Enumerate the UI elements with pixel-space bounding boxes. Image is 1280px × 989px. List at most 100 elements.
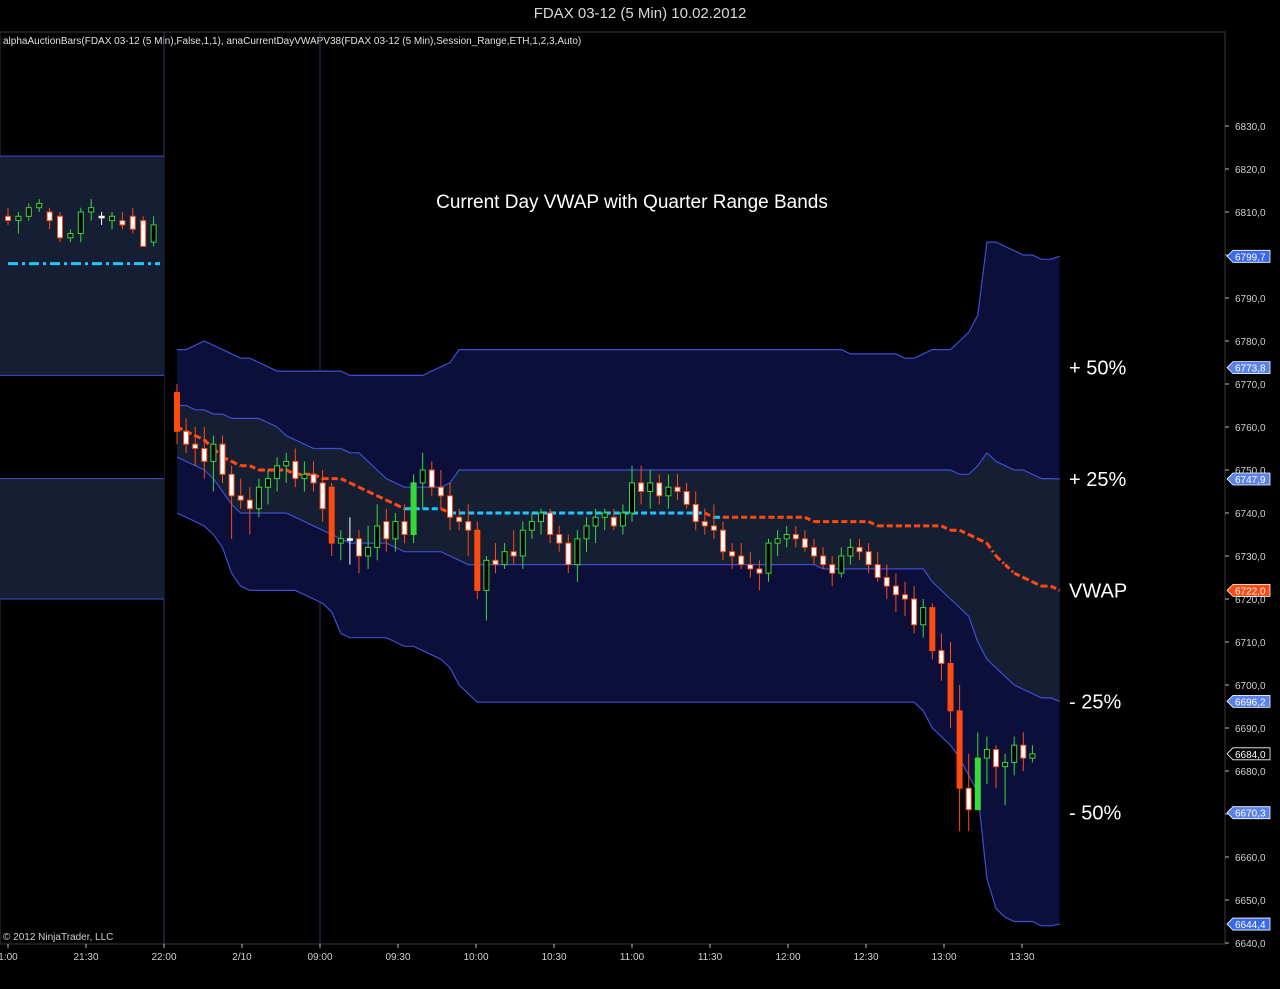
x-tick-label: 22:00 xyxy=(151,952,176,963)
candle-body xyxy=(310,473,317,484)
price-marker: 6670,3 xyxy=(1226,806,1271,820)
candle-body xyxy=(67,233,74,239)
candle-body xyxy=(674,486,681,493)
candle-body xyxy=(710,525,717,531)
candle-body xyxy=(601,512,608,518)
price-marker-label: 6722,0 xyxy=(1235,586,1266,597)
candle-body xyxy=(538,512,544,523)
candle-body xyxy=(492,559,499,566)
candle-body xyxy=(98,215,105,219)
price-marker-label: 6773,8 xyxy=(1235,364,1266,375)
candle-body xyxy=(983,749,990,759)
prior-candle xyxy=(140,216,147,247)
candle-body xyxy=(36,202,43,209)
candle-body xyxy=(129,215,136,230)
candle-body xyxy=(929,607,936,652)
candle-body xyxy=(374,525,381,548)
x-tick-label: 10:00 xyxy=(463,952,488,963)
candle-body xyxy=(528,521,535,531)
candle-body xyxy=(150,224,157,243)
price-marker-label: 6799,7 xyxy=(1235,252,1266,263)
x-tick-label: 11:00 xyxy=(620,952,645,963)
price-marker: 6799,7 xyxy=(1226,249,1271,263)
candle-body xyxy=(140,220,147,247)
candle-body xyxy=(410,482,417,535)
candle-body xyxy=(856,546,863,553)
candle-body xyxy=(892,585,899,596)
candle-body xyxy=(510,551,517,557)
x-tick-label: 12:00 xyxy=(775,952,800,963)
candle-body xyxy=(1020,744,1027,759)
candle-body xyxy=(428,469,435,488)
price-marker: 6773,8 xyxy=(1226,361,1271,375)
candle-body xyxy=(419,469,426,484)
candle-body xyxy=(665,486,672,497)
price-chart[interactable]: alphaAuctionBars(FDAX 03-12 (5 Min),Fals… xyxy=(0,28,1280,989)
candle-body xyxy=(583,525,590,540)
candle-body xyxy=(920,607,927,626)
candle-body xyxy=(356,538,362,557)
candle-body xyxy=(811,546,817,557)
y-tick-label: 6650,0 xyxy=(1235,896,1266,907)
candle-body xyxy=(993,749,999,768)
candle-body xyxy=(465,521,472,531)
y-tick-label: 6700,0 xyxy=(1235,681,1266,692)
y-tick-label: 6760,0 xyxy=(1235,423,1266,434)
x-tick-label: 13:30 xyxy=(1009,952,1034,963)
candle-body xyxy=(174,392,180,432)
price-marker: 6747,9 xyxy=(1226,472,1271,486)
price-marker-label: 6747,9 xyxy=(1235,475,1266,486)
candle-body xyxy=(5,215,11,222)
candle-body xyxy=(683,491,690,505)
band-label: VWAP xyxy=(1069,580,1127,602)
candle-body xyxy=(820,555,827,566)
x-tick-label: 21:30 xyxy=(73,952,98,963)
x-tick-label: 10:30 xyxy=(541,952,566,963)
prior-candle xyxy=(57,212,63,243)
candle-body xyxy=(365,546,372,557)
candle-body xyxy=(838,555,845,574)
y-tick-label: 6640,0 xyxy=(1235,939,1266,950)
candle-body xyxy=(77,211,84,234)
candle-body xyxy=(547,512,554,535)
candle-body xyxy=(265,478,271,488)
candle-body xyxy=(1029,753,1036,759)
y-tick-label: 6710,0 xyxy=(1235,638,1266,649)
candle-body xyxy=(255,486,262,510)
window-title-bar: FDAX 03-12 (5 Min) 10.02.2012 xyxy=(0,0,1280,28)
candle-body xyxy=(1002,761,1009,768)
candle-body xyxy=(237,495,244,501)
y-tick-label: 6660,0 xyxy=(1235,853,1266,864)
candle-body xyxy=(747,564,754,570)
x-tick-label: 2/10 xyxy=(232,952,252,963)
candle-body xyxy=(774,538,781,544)
candle-body xyxy=(109,215,115,222)
candle-body xyxy=(574,538,581,566)
candle-body xyxy=(337,538,344,544)
x-tick-label: 13:00 xyxy=(931,952,956,963)
chart-title: Current Day VWAP with Quarter Range Band… xyxy=(436,192,828,213)
candle-body xyxy=(801,538,808,548)
candle-body xyxy=(401,521,408,535)
candle-body xyxy=(701,521,708,527)
candle-body xyxy=(629,482,635,514)
candle-body xyxy=(729,551,736,557)
candle-body xyxy=(274,465,281,480)
price-marker-label: 6670,3 xyxy=(1235,809,1266,820)
band-label: + 50% xyxy=(1069,358,1126,380)
candle-body xyxy=(447,495,453,518)
candle-body xyxy=(88,207,95,213)
y-tick-label: 6690,0 xyxy=(1235,724,1266,735)
price-marker: 6684,0 xyxy=(1226,747,1271,761)
window-title: FDAX 03-12 (5 Min) 10.02.2012 xyxy=(533,5,747,22)
candle-body xyxy=(383,521,390,540)
candle-body xyxy=(228,473,235,497)
candle-body xyxy=(738,555,745,566)
candle-body xyxy=(592,516,599,527)
candle-body xyxy=(965,787,972,811)
candle-body xyxy=(183,430,190,445)
candle-body xyxy=(610,516,617,527)
candle-body xyxy=(947,663,954,712)
y-tick-label: 6810,0 xyxy=(1235,208,1266,219)
prior-band-gap xyxy=(0,375,164,479)
